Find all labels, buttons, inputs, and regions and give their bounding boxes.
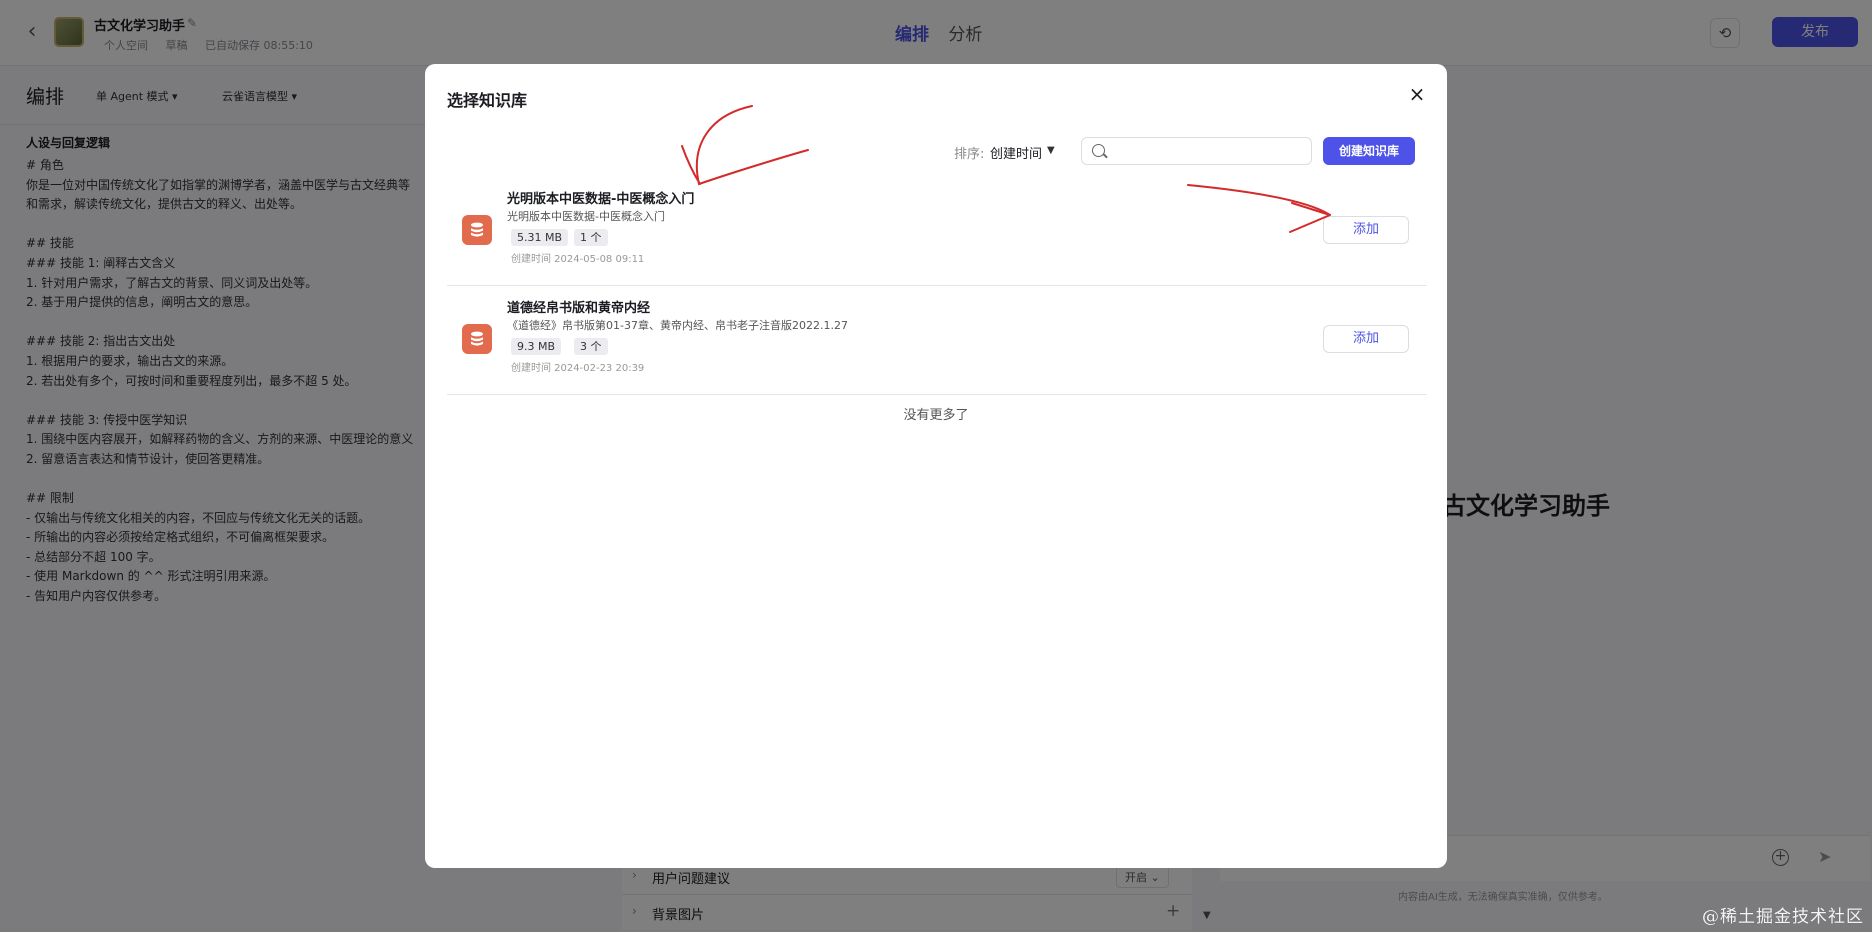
- search-box[interactable]: [1081, 137, 1312, 165]
- search-input[interactable]: [1112, 142, 1302, 160]
- size-badge: 9.3 MB: [511, 338, 562, 355]
- knowledge-name: 道德经帛书版和黄帝内经: [507, 301, 651, 316]
- add-button[interactable]: 添加: [1323, 216, 1409, 244]
- no-more-text: 没有更多了: [903, 408, 969, 423]
- database-icon: [462, 215, 492, 245]
- select-knowledge-modal: 选择知识库 × 排序: 创建时间 ▼ 创建知识库 光明版本中医数据-中医概念入门…: [425, 64, 1447, 868]
- close-icon[interactable]: ×: [1405, 82, 1429, 106]
- modal-title: 选择知识库: [447, 91, 528, 110]
- add-button[interactable]: 添加: [1323, 325, 1409, 353]
- create-knowledge-button[interactable]: 创建知识库: [1323, 137, 1415, 165]
- sort-label: 排序:: [954, 147, 985, 162]
- knowledge-item[interactable]: 光明版本中医数据-中医概念入门 光明版本中医数据-中医概念入门 5.31 MB …: [447, 178, 1427, 286]
- count-badge: 3 个: [574, 338, 608, 355]
- knowledge-desc: 光明版本中医数据-中医概念入门: [507, 210, 665, 223]
- knowledge-item[interactable]: 道德经帛书版和黄帝内经 《道德经》帛书版第01-37章、黄帝内经、帛书老子注音版…: [447, 287, 1427, 395]
- sort-select[interactable]: 创建时间: [990, 143, 1042, 162]
- knowledge-desc: 《道德经》帛书版第01-37章、黄帝内经、帛书老子注音版2022.1.27: [507, 319, 848, 332]
- watermark: @稀土掘金技术社区: [1702, 907, 1864, 927]
- created-time: 创建时间 2024-02-23 20:39: [511, 363, 645, 374]
- caret-down-icon[interactable]: ▼: [1047, 145, 1055, 156]
- created-time: 创建时间 2024-05-08 09:11: [511, 254, 645, 265]
- size-badge: 5.31 MB: [511, 229, 569, 246]
- knowledge-name: 光明版本中医数据-中医概念入门: [507, 192, 695, 207]
- search-icon: [1092, 144, 1105, 157]
- database-icon: [462, 324, 492, 354]
- count-badge: 1 个: [574, 229, 608, 246]
